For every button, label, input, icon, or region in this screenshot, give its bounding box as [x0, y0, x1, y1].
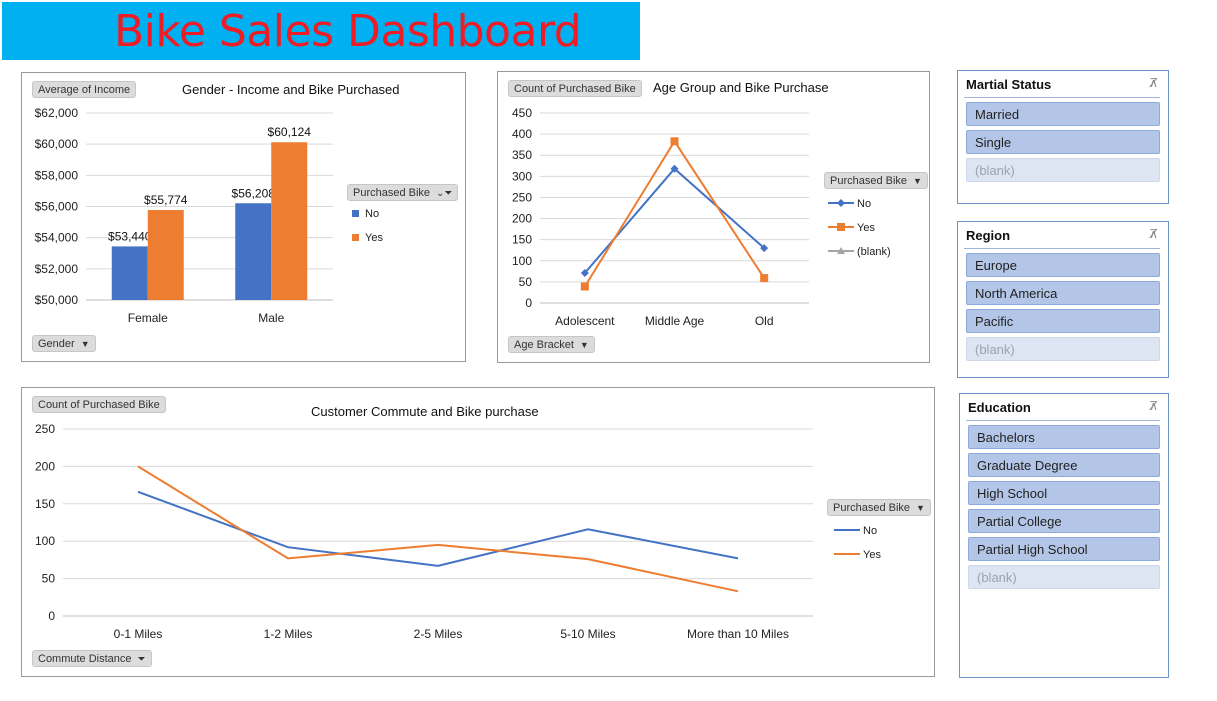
- clear-filter-icon[interactable]: ⊼̸: [1149, 227, 1158, 241]
- divider: [966, 420, 1160, 421]
- slicer-item[interactable]: Partial High School: [968, 537, 1160, 561]
- y-tick-label: 150: [512, 233, 532, 247]
- legend-label: No: [857, 198, 871, 210]
- slicer-title: Martial Status: [966, 77, 1052, 92]
- y-tick-label: $52,000: [35, 262, 79, 276]
- y-tick-label: 50: [519, 275, 533, 289]
- y-tick-label: $60,000: [35, 137, 79, 151]
- data-label: $60,124: [268, 125, 312, 139]
- divider: [964, 248, 1160, 249]
- age-chart[interactable]: Count of Purchased Bike Age Group and Bi…: [497, 71, 930, 363]
- y-tick-label: 50: [42, 572, 56, 586]
- divider: [964, 97, 1160, 98]
- y-tick-label: 250: [512, 190, 532, 204]
- legend-label: Yes: [863, 549, 881, 561]
- bar-no: [111, 246, 148, 300]
- income-plot: $50,000 $52,000 $54,000 $56,000 $58,000 $60,0…: [35, 106, 333, 325]
- y-tick-label: 0: [525, 296, 532, 310]
- slicer-item[interactable]: Married: [966, 102, 1160, 126]
- slicer-item[interactable]: Pacific: [966, 309, 1160, 333]
- dashboard-title: Bike Sales Dashboard: [114, 6, 582, 57]
- series-line-no: [137, 490, 739, 567]
- legend-label: No: [863, 525, 877, 537]
- slicer-item[interactable]: Europe: [966, 253, 1160, 277]
- clear-filter-icon[interactable]: ⊼̸: [1149, 399, 1158, 413]
- x-tick-label: Male: [258, 311, 284, 325]
- y-tick-label: $50,000: [35, 293, 79, 307]
- series-line-no: [584, 167, 765, 274]
- title-banner: Bike Sales Dashboard: [2, 2, 640, 60]
- y-tick-label: 0: [48, 609, 55, 623]
- slicer-item[interactable]: (blank): [966, 158, 1160, 182]
- clear-filter-icon[interactable]: ⊼̸: [1149, 76, 1158, 90]
- y-tick-label: 400: [512, 127, 532, 141]
- series-line-yes: [137, 465, 739, 593]
- slicer-title: Education: [968, 400, 1031, 415]
- x-tick-label: Old: [755, 314, 774, 328]
- series-line-yes: [583, 139, 766, 288]
- y-tick-label: 200: [35, 459, 55, 473]
- legend-label: (blank): [857, 246, 891, 258]
- y-tick-label: 450: [512, 106, 532, 120]
- y-tick-label: 100: [512, 254, 532, 268]
- marker-yes: [670, 137, 679, 146]
- slicer-item[interactable]: Graduate Degree: [968, 453, 1160, 477]
- income-chart[interactable]: Average of Income Gender - Income and Bi…: [21, 72, 466, 362]
- y-tick-label: 200: [512, 212, 532, 226]
- x-tick-label: Middle Age: [645, 314, 705, 328]
- slicer-item[interactable]: High School: [968, 481, 1160, 505]
- x-tick-label: 2-5 Miles: [414, 627, 463, 641]
- x-tick-label: 5-10 Miles: [560, 627, 615, 641]
- y-tick-label: 350: [512, 148, 532, 162]
- slicer-item[interactable]: (blank): [966, 337, 1160, 361]
- slicer-item[interactable]: Bachelors: [968, 425, 1160, 449]
- marker-yes: [760, 274, 769, 283]
- slicer-region: Region ⊼̸ Europe North America Pacific (bla…: [957, 221, 1169, 378]
- bar-yes: [271, 142, 308, 300]
- bar-no: [235, 203, 272, 300]
- y-tick-label: 150: [35, 497, 55, 511]
- x-tick-label: Adolescent: [555, 314, 615, 328]
- commute-chart[interactable]: Count of Purchased Bike Customer Commute…: [21, 387, 935, 677]
- y-tick-label: $58,000: [35, 168, 79, 182]
- y-tick-label: $56,000: [35, 200, 79, 214]
- y-tick-label: 300: [512, 169, 532, 183]
- commute-plot: 0 50 100 150 200 250 0-1 Miles 1-2 Miles 2-5 Mil…: [35, 422, 881, 641]
- data-label: $53,440: [108, 229, 152, 243]
- x-tick-label: 1-2 Miles: [264, 627, 313, 641]
- x-tick-label: 0-1 Miles: [114, 627, 163, 641]
- data-label: $55,774: [144, 193, 188, 207]
- y-tick-label: 250: [35, 422, 55, 436]
- slicer-marital-status: Martial Status ⊼̸ Married Single (blank): [957, 70, 1169, 204]
- y-tick-label: 100: [35, 534, 55, 548]
- data-label: $56,208: [232, 186, 276, 200]
- legend-label: Yes: [857, 222, 875, 234]
- x-tick-label: More than 10 Miles: [687, 627, 789, 641]
- legend-marker: [837, 223, 845, 231]
- bar-yes: [147, 210, 184, 300]
- slicer-education: Education ⊼̸ Bachelors Graduate Degree Hig…: [959, 393, 1169, 678]
- marker-yes: [580, 282, 589, 291]
- slicer-item[interactable]: North America: [966, 281, 1160, 305]
- y-tick-label: $62,000: [35, 106, 79, 120]
- legend-marker: [837, 199, 845, 207]
- slicer-item[interactable]: Partial College: [968, 509, 1160, 533]
- slicer-item[interactable]: Single: [966, 130, 1160, 154]
- y-tick-label: $54,000: [35, 231, 79, 245]
- slicer-item[interactable]: (blank): [968, 565, 1160, 589]
- x-tick-label: Female: [128, 311, 168, 325]
- slicer-title: Region: [966, 228, 1011, 243]
- age-plot: 0 50 100 150 200 250 300 350 400 450 Adolescent Mid…: [512, 106, 891, 328]
